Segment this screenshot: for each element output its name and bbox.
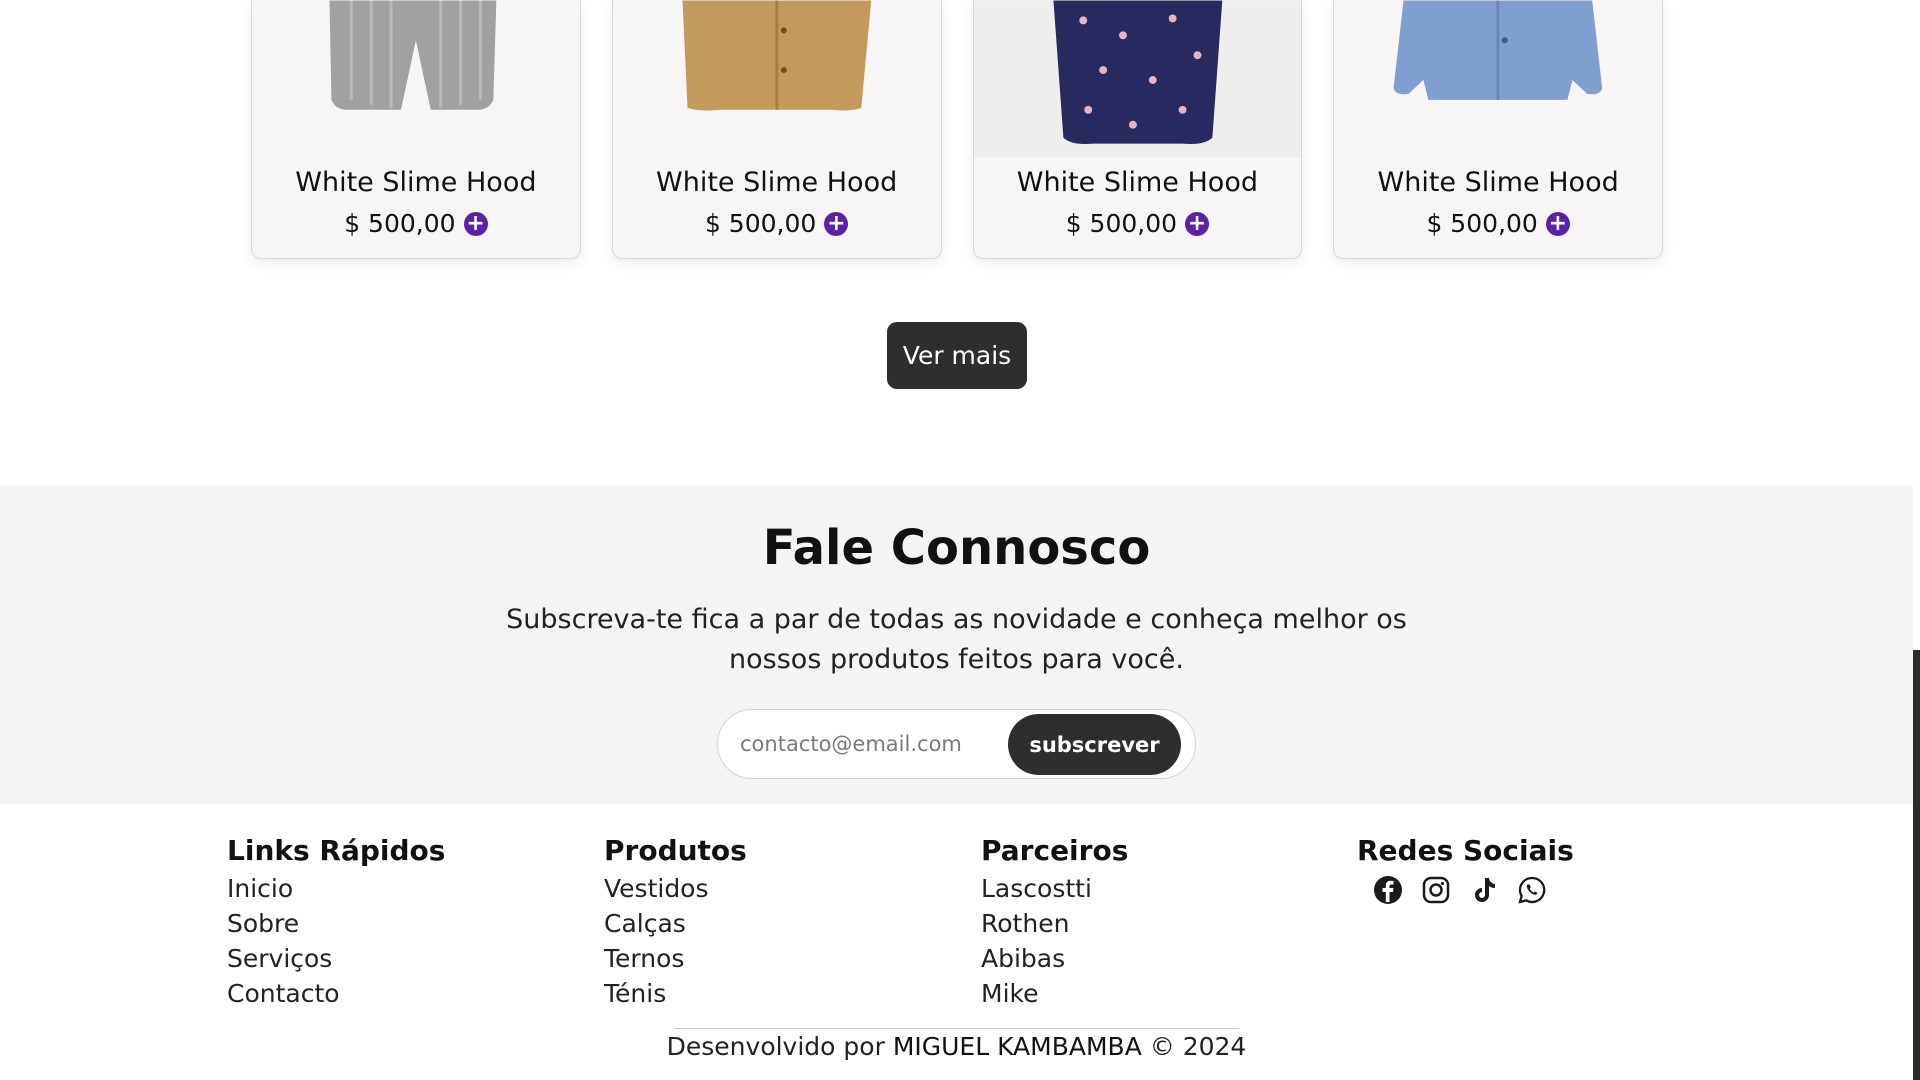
product-price: $ 500,00 bbox=[1065, 209, 1178, 238]
contact-title: Fale Connosco bbox=[762, 520, 1151, 576]
product-image-tan-shirt bbox=[682, 0, 871, 111]
add-to-cart-button[interactable]: + bbox=[1545, 211, 1570, 236]
product-price: $ 500,00 bbox=[344, 209, 456, 238]
product-image-grey-shorts bbox=[329, 0, 497, 110]
footer-link-inicio[interactable]: Inicio bbox=[227, 871, 445, 906]
footer-link-ternos[interactable]: Ternos bbox=[604, 941, 747, 976]
product-image-blue-denim-shirt bbox=[1393, 0, 1603, 100]
product-price: $ 500,00 bbox=[704, 209, 817, 238]
footer-link-abibas[interactable]: Abibas bbox=[981, 941, 1128, 976]
footer-link-calcas[interactable]: Calças bbox=[604, 906, 747, 941]
footer-link-tenis[interactable]: Ténis bbox=[604, 976, 747, 1011]
footer-link-sobre[interactable]: Sobre bbox=[227, 906, 445, 941]
contact-section: Fale Connosco Subscreva-te fica a par de… bbox=[0, 485, 1913, 804]
footer-divider bbox=[674, 1028, 1239, 1029]
product-grid: White Slime Hood $ 500,00 + White Slime … bbox=[251, 0, 1663, 259]
footer-link-mike[interactable]: Mike bbox=[981, 976, 1128, 1011]
product-name: White Slime Hood bbox=[1016, 167, 1258, 198]
email-input[interactable] bbox=[740, 710, 990, 778]
partners-title: Parceiros bbox=[981, 834, 1129, 867]
instagram-icon[interactable] bbox=[1421, 875, 1451, 905]
footer-products: Produtos Vestidos Calças Ternos Ténis bbox=[604, 834, 747, 1011]
product-name: White Slime Hood bbox=[1377, 167, 1619, 198]
quick-links-title: Links Rápidos bbox=[227, 834, 446, 867]
product-name: White Slime Hood bbox=[295, 167, 537, 198]
add-to-cart-button[interactable]: + bbox=[824, 211, 849, 236]
product-card[interactable]: White Slime Hood $ 500,00 + bbox=[1333, 0, 1663, 259]
credits-suffix: © 2024 bbox=[1149, 1032, 1247, 1061]
product-price: $ 500,00 bbox=[1426, 209, 1538, 238]
footer-link-rothen[interactable]: Rothen bbox=[981, 906, 1128, 941]
subscribe-button[interactable]: subscrever bbox=[1008, 714, 1181, 775]
ver-mais-button[interactable]: Ver mais bbox=[887, 322, 1027, 389]
footer-socials: Redes Sociais bbox=[1357, 834, 1574, 905]
footer-link-contacto[interactable]: Contacto bbox=[227, 976, 445, 1011]
product-image-navy-floral-shirt bbox=[973, 0, 1302, 158]
product-name: White Slime Hood bbox=[656, 167, 898, 198]
products-title: Produtos bbox=[604, 834, 747, 867]
product-card[interactable]: White Slime Hood $ 500,00 + bbox=[611, 0, 942, 259]
developer-name: MIGUEL KAMBAMBA bbox=[892, 1032, 1142, 1061]
add-to-cart-button[interactable]: + bbox=[463, 211, 488, 236]
footer-credits: Desenvolvido por MIGUEL KAMBAMBA © 2024 bbox=[0, 1032, 1913, 1061]
credits-prefix: Desenvolvido por bbox=[666, 1032, 885, 1061]
footer-link-servicos[interactable]: Serviços bbox=[227, 941, 445, 976]
footer-partners: Parceiros Lascostti Rothen Abibas Mike bbox=[981, 834, 1128, 1011]
add-to-cart-button[interactable]: + bbox=[1185, 211, 1210, 236]
contact-description: Subscreva-te fica a par de todas as novi… bbox=[506, 604, 1407, 675]
product-card[interactable]: White Slime Hood $ 500,00 + bbox=[972, 0, 1303, 259]
subscribe-form: subscrever bbox=[717, 709, 1196, 779]
scrollbar[interactable] bbox=[1913, 650, 1920, 1080]
facebook-icon[interactable] bbox=[1373, 875, 1403, 905]
socials-title: Redes Sociais bbox=[1357, 834, 1574, 867]
whatsapp-icon[interactable] bbox=[1517, 875, 1547, 905]
footer-link-lascostti[interactable]: Lascostti bbox=[981, 871, 1128, 906]
footer-quick-links: Links Rápidos Inicio Sobre Serviços Cont… bbox=[227, 834, 445, 1011]
footer-link-vestidos[interactable]: Vestidos bbox=[604, 871, 747, 906]
tiktok-icon[interactable] bbox=[1469, 875, 1499, 905]
product-card[interactable]: White Slime Hood $ 500,00 + bbox=[251, 0, 581, 259]
